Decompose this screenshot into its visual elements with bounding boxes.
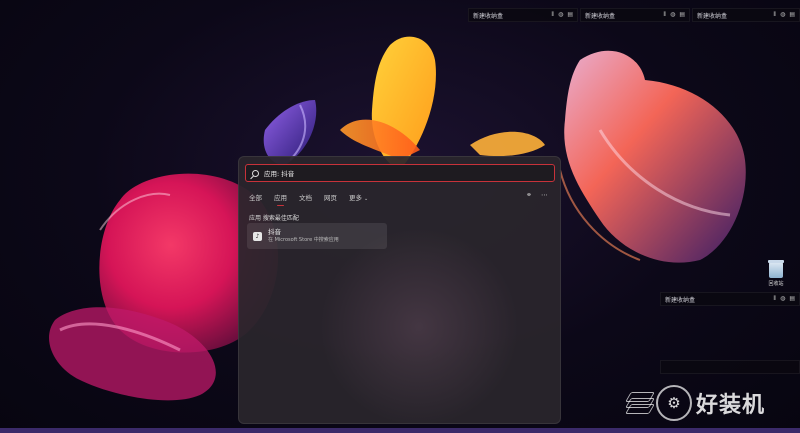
chevron-down-icon: ⌄ bbox=[364, 196, 369, 202]
panel-glow bbox=[319, 227, 519, 423]
recycle-bin-icon bbox=[768, 260, 784, 278]
fence-widget[interactable]: 新建收纳盒 ⫴ ◍ ▤ bbox=[580, 8, 690, 22]
fence-title: 新建收纳盒 bbox=[585, 12, 616, 20]
fence-widget[interactable]: 新建收纳盒 ⫴ ◍ ▤ bbox=[660, 292, 800, 306]
recycle-bin-label: 回收站 bbox=[768, 281, 784, 287]
watermark-logo-icon: ⚙ bbox=[656, 385, 692, 421]
result-texts: 抖音 在 Microsoft Store 中搜索应用 bbox=[268, 228, 339, 244]
fence-widget-empty[interactable] bbox=[660, 360, 800, 374]
fence-settings-icon[interactable]: ◍ bbox=[780, 11, 785, 19]
fence-settings-icon[interactable]: ◍ bbox=[670, 11, 675, 19]
fence-title: 新建收纳盒 bbox=[473, 12, 504, 20]
app-icon: ♪ bbox=[253, 231, 262, 241]
search-tools: ⚭ ⋯ bbox=[526, 191, 548, 199]
tab-apps[interactable]: 应用 bbox=[274, 192, 287, 206]
fence-view-icon[interactable]: ⫴ bbox=[552, 11, 555, 19]
result-name: 抖音 bbox=[268, 228, 281, 236]
fence-view-icon[interactable]: ⫴ bbox=[774, 11, 777, 19]
tab-more-label: 更多 bbox=[349, 194, 362, 202]
fence-controls[interactable]: ⫴ ◍ ▤ bbox=[664, 11, 685, 19]
search-icon bbox=[252, 169, 259, 177]
layers-icon bbox=[625, 392, 655, 414]
fence-settings-icon[interactable]: ◍ bbox=[780, 295, 785, 303]
tab-more[interactable]: 更多 ⌄ bbox=[349, 192, 368, 202]
fence-widget[interactable]: 新建收纳盒 ⫴ ◍ ▤ bbox=[692, 8, 800, 22]
taskbar[interactable] bbox=[0, 428, 800, 433]
watermark-text: 好装机 bbox=[696, 393, 766, 418]
fence-view-icon[interactable]: ⫴ bbox=[664, 11, 667, 19]
search-result-item[interactable]: ♪ 抖音 在 Microsoft Store 中搜索应用 bbox=[247, 223, 387, 249]
fence-title: 新建收纳盒 bbox=[697, 12, 728, 20]
search-panel: 全部 应用 文档 网页 更多⌄ ⚭ ⋯ 应用 搜索最佳匹配 ♪ 抖音 在 Mic… bbox=[238, 156, 561, 424]
fence-menu-icon[interactable]: ▤ bbox=[567, 11, 573, 19]
tab-all[interactable]: 全部 bbox=[249, 192, 262, 202]
share-icon[interactable]: ⚭ bbox=[526, 191, 532, 199]
fence-widget[interactable]: 新建收纳盒 ⫴ ◍ ▤ bbox=[468, 8, 578, 22]
fence-settings-icon[interactable]: ◍ bbox=[558, 11, 563, 19]
search-tabs: 全部 应用 文档 网页 更多 ⌄ bbox=[249, 192, 380, 206]
more-icon[interactable]: ⋯ bbox=[541, 191, 548, 199]
section-title: 应用 搜索最佳匹配 bbox=[249, 215, 299, 222]
fence-title: 新建收纳盒 bbox=[665, 296, 696, 304]
fence-menu-icon[interactable]: ▤ bbox=[679, 11, 685, 19]
fence-menu-icon[interactable]: ▤ bbox=[789, 295, 795, 303]
result-subtitle: 在 Microsoft Store 中搜索应用 bbox=[268, 237, 339, 243]
fence-controls[interactable]: ⫴ ◍ ▤ bbox=[774, 295, 795, 303]
fence-controls[interactable]: ⫴ ◍ ▤ bbox=[774, 11, 795, 19]
fence-menu-icon[interactable]: ▤ bbox=[789, 11, 795, 19]
recycle-bin[interactable]: 回收站 bbox=[762, 260, 790, 287]
search-box[interactable] bbox=[245, 164, 555, 182]
fence-view-icon[interactable]: ⫴ bbox=[774, 295, 777, 303]
tab-documents[interactable]: 文档 bbox=[299, 192, 312, 202]
search-input[interactable] bbox=[264, 169, 524, 177]
fence-controls[interactable]: ⫴ ◍ ▤ bbox=[552, 11, 573, 19]
tab-web[interactable]: 网页 bbox=[324, 192, 337, 202]
watermark: ⚙ 好装机 bbox=[625, 378, 793, 428]
